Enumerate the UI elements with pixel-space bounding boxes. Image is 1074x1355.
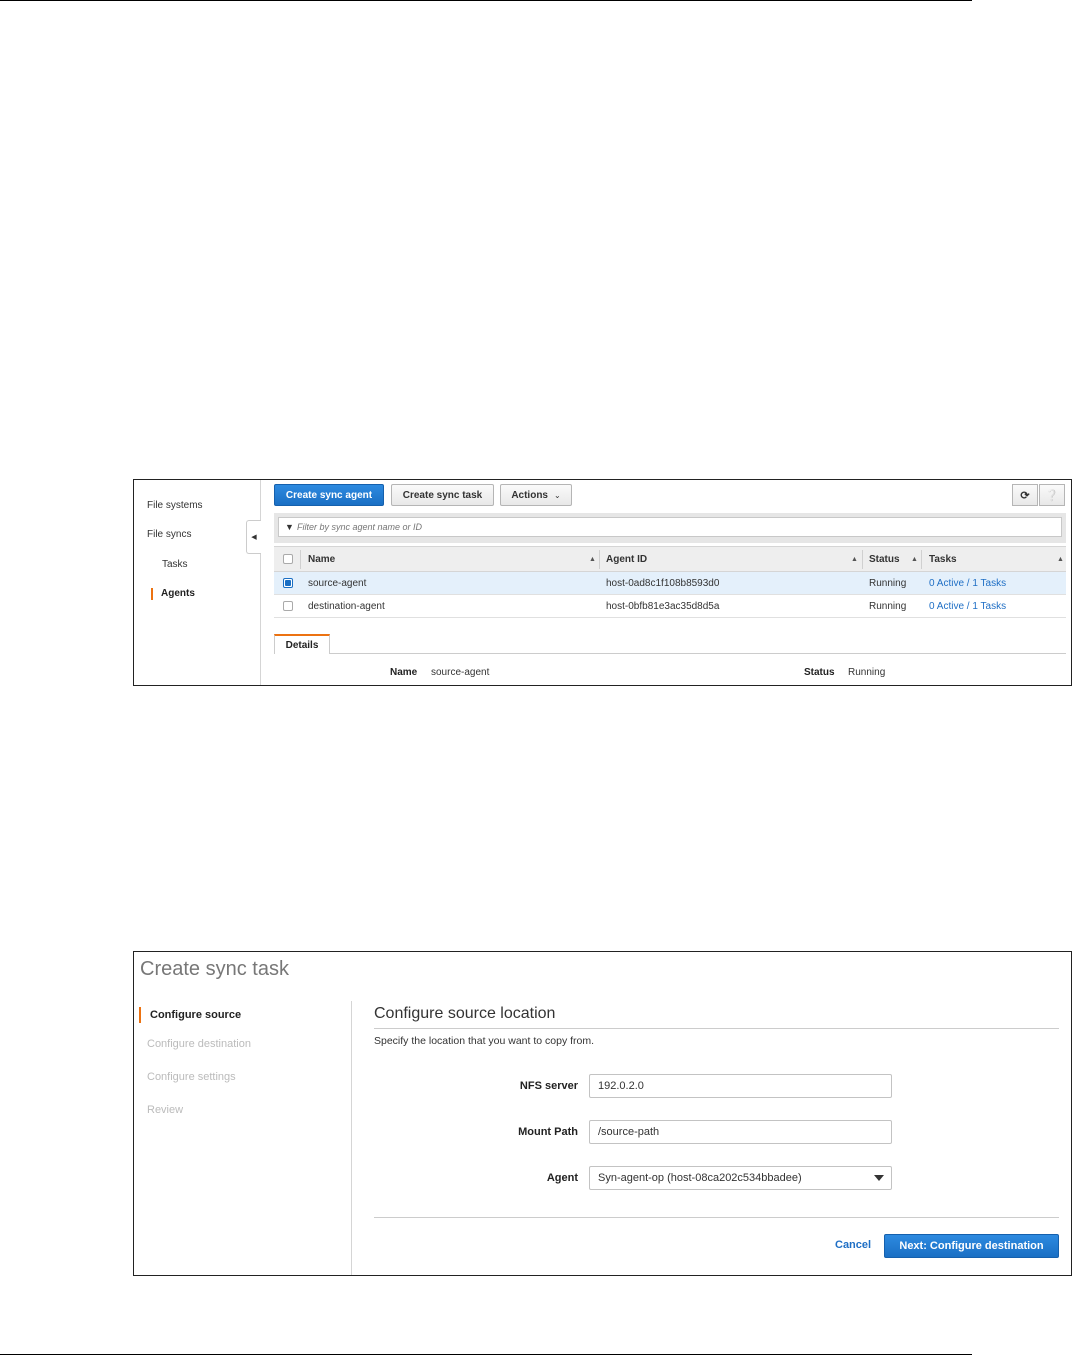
page-title: Create sync task (140, 958, 289, 980)
nav-active-indicator (151, 588, 153, 600)
filter-box: ▼ (278, 517, 1062, 537)
row-checkbox[interactable] (283, 595, 293, 617)
refresh-button[interactable]: ⟳ (1012, 484, 1038, 506)
sort-asc-icon[interactable]: ▲ (911, 556, 918, 563)
actions-dropdown[interactable]: Actions ⌄ (500, 484, 572, 506)
step-label: Configure source (150, 1009, 242, 1021)
step-configure-settings: Configure settings (147, 1071, 236, 1083)
refresh-icon: ⟳ (1020, 489, 1030, 502)
details-divider (330, 653, 1066, 654)
collapse-nav-button[interactable]: ◀ (246, 520, 261, 554)
agent-select[interactable]: Syn-agent-op (host-08ca202c534bbadee) (589, 1166, 892, 1190)
sort-asc-icon[interactable]: ▲ (851, 556, 858, 563)
section-heading: Configure source location (374, 1005, 556, 1022)
mount-path-label: Mount Path (518, 1126, 578, 1138)
table-row[interactable]: destination-agent host-0bfb81e3ac35d8d5a… (274, 595, 1066, 618)
details-status-value: Running (848, 667, 886, 678)
tab-details[interactable]: Details (274, 634, 330, 654)
create-sync-task-button[interactable]: Create sync task (391, 484, 494, 506)
heading-divider (374, 1028, 1059, 1029)
create-sync-task-wizard: Create sync task Configure source Config… (133, 951, 1072, 1276)
agent-name: destination-agent (308, 600, 385, 612)
table-header: Name ▲ Agent ID ▲ Status ▲ Tasks ▲ (274, 546, 1066, 572)
nav-agents[interactable]: Agents (161, 588, 195, 599)
side-nav: File systems File syncs Tasks Agents (134, 480, 261, 685)
filter-icon: ▼ (285, 522, 294, 532)
filter-input[interactable] (297, 520, 997, 534)
chevron-left-icon: ◀ (251, 534, 257, 541)
next-configure-destination-button[interactable]: Next: Configure destination (884, 1234, 1059, 1258)
top-rule (0, 0, 972, 1)
column-status[interactable]: Status (869, 547, 900, 571)
nfs-server-label: NFS server (519, 1080, 578, 1092)
select-all-checkbox[interactable] (283, 547, 293, 571)
details-name-value: source-agent (431, 667, 490, 678)
agent-tasks-link[interactable]: 0 Active / 1 Tasks (929, 595, 1006, 617)
step-configure-source[interactable]: Configure source (134, 1005, 351, 1025)
column-tasks[interactable]: Tasks (929, 547, 957, 571)
agent-tasks-link[interactable]: 0 Active / 1 Tasks (929, 572, 1006, 594)
chevron-down-icon: ⌄ (553, 490, 561, 500)
agent-id: host-0ad8c1f108b8593d0 (606, 577, 720, 589)
details-name-label: Name (390, 667, 418, 678)
nav-file-syncs[interactable]: File syncs (147, 529, 191, 540)
help-button[interactable]: ❔ (1039, 484, 1065, 506)
step-active-indicator (139, 1007, 141, 1023)
nav-tasks[interactable]: Tasks (162, 559, 188, 570)
agents-console: File systems File syncs Tasks Agents ◀ C… (133, 479, 1072, 686)
wizard-steps: Configure source Configure destination C… (134, 1001, 352, 1275)
cancel-button[interactable]: Cancel (835, 1239, 871, 1251)
agent-id: host-0bfb81e3ac35d8d5a (606, 600, 720, 612)
footer-divider (374, 1217, 1059, 1218)
agent-name: source-agent (308, 577, 367, 589)
nav-file-systems[interactable]: File systems (147, 500, 203, 511)
filter-bar: ▼ (274, 513, 1066, 543)
agent-status: Running (869, 600, 907, 612)
mount-path-input[interactable] (589, 1120, 892, 1144)
sort-asc-icon[interactable]: ▲ (1057, 556, 1064, 563)
help-icon: ❔ (1045, 489, 1059, 502)
details-status-label: Status (804, 667, 835, 678)
caret-down-icon (874, 1175, 884, 1181)
agent-label: Agent (546, 1172, 578, 1184)
table-row[interactable]: source-agent host-0ad8c1f108b8593d0 Runn… (274, 572, 1066, 595)
section-description: Specify the location that you want to co… (374, 1035, 595, 1047)
nfs-server-input[interactable] (589, 1074, 892, 1098)
agent-status: Running (869, 577, 907, 589)
row-checkbox[interactable] (283, 572, 293, 594)
step-review: Review (147, 1104, 184, 1116)
actions-label: Actions (511, 489, 548, 501)
step-configure-destination: Configure destination (147, 1038, 251, 1050)
column-name[interactable]: Name (308, 547, 335, 571)
column-agent-id[interactable]: Agent ID (606, 547, 647, 571)
sort-asc-icon[interactable]: ▲ (589, 556, 596, 563)
agent-select-value: Syn-agent-op (host-08ca202c534bbadee) (598, 1172, 802, 1184)
create-sync-agent-button[interactable]: Create sync agent (274, 484, 384, 506)
